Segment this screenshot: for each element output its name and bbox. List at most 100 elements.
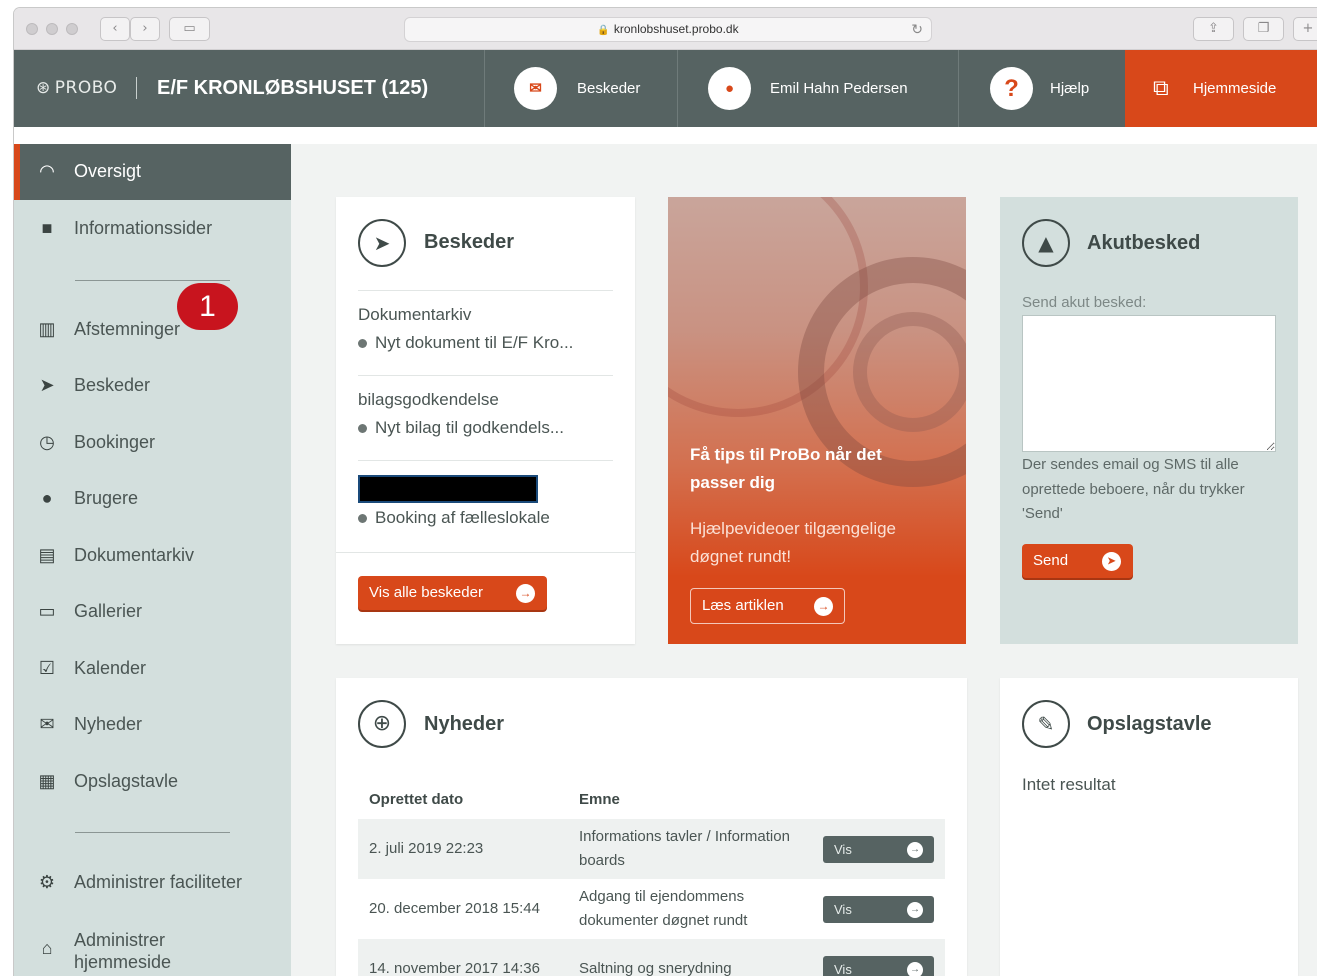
arrow-right-icon: → [907,841,923,858]
logo-text: PROBO [54,78,118,98]
message-group[interactable]: Dokumentarkiv Nyt dokument til E/F Kro..… [358,290,613,353]
message-line[interactable]: Nyt dokument til E/F Kro... [358,333,613,353]
forward-icon[interactable]: › [130,17,160,41]
bullet-icon [358,514,367,524]
message-line[interactable]: Nyt bilag til godkendels... [358,418,613,438]
bullet-icon [358,424,367,434]
message-line[interactable]: Booking af fælleslokale [358,508,550,528]
news-card: ⊕ Nyheder Oprettet dato Emne 2. juli 201… [336,678,967,976]
probo-logo[interactable]: ⊛ PROBO [36,78,117,98]
messages-card: ➤ Beskeder Dokumentarkiv Nyt dokument ti… [336,197,635,644]
lock-icon: 🔒 [597,25,610,36]
header-divider [136,77,137,99]
message-text: Nyt dokument til E/F Kro... [375,333,574,352]
urgent-message-card: ▲ Akutbesked Send akut besked: Der sende… [1000,197,1298,644]
tabs-icon[interactable]: ❐ [1243,17,1284,41]
close-window-icon[interactable] [26,23,38,35]
back-icon[interactable]: ‹ [100,17,130,41]
message-group-heading: bilagsgodkendelse [358,390,499,409]
sidebar-item-label: Opslagstavle [74,771,179,791]
association-title: E/F KRONLØBSHUSET (125) [157,77,429,99]
read-article-button[interactable]: Læs artiklen → [690,588,845,624]
sidebar-item-opslagstavle[interactable]: ▦ Opslagstavle [14,754,291,810]
globe-icon: ⊕ [358,700,406,748]
new-tab-icon[interactable]: + [1293,17,1317,41]
sidebar-item-label: Bookinger [74,432,156,452]
column-header-subject: Emne [579,790,620,808]
home-circle-icon: ⌂ [41,938,53,958]
app-header: ⊛ PROBO E/F KRONLØBSHUSET (125) ✉ Beskede… [14,50,1317,127]
sidebar-item-nyheder[interactable]: ✉ Nyheder [14,697,291,753]
question-icon: ? [990,67,1033,110]
sidebar-item-administrer-faciliteter[interactable]: ⚙ Administrer faciliteter [14,855,291,911]
paper-plane-icon: ➤ [39,375,55,395]
board-icon: ▦ [38,771,56,791]
view-all-messages-button[interactable]: Vis alle beskeder → [358,576,547,610]
gauge-icon: ◠ [39,161,55,181]
table-row: 2. juli 2019 22:23 Informations tavler /… [358,819,945,879]
sidebar-item-administrer-hjemmeside[interactable]: ⌂ Administrer hjemmeside [14,924,291,976]
urgent-note: Der sendes email og SMS til alle oprette… [1022,456,1245,522]
sidebar-item-kalender[interactable]: ☑ Kalender [14,641,291,697]
nav-beskeder[interactable]: ✉ Beskeder [484,50,677,127]
view-news-button[interactable]: Vis → [823,955,934,976]
clock-icon: ◷ [39,432,55,452]
sidebar-item-label: Nyheder [74,714,143,734]
nav-help-label: Hjælp [1050,80,1090,97]
minimize-window-icon[interactable] [46,23,58,35]
paper-plane-icon: ➤ [1102,552,1121,571]
address-bar[interactable]: 🔒 kronlobshuset.probo.dk ↻ [404,17,932,42]
film-reel-hub-image [853,312,966,432]
button-label: Vis [834,901,852,917]
sidebar-item-brugere[interactable]: ● Brugere [14,471,291,527]
message-group-heading: Dokumentarkiv [358,305,472,324]
sidebar-item-label: Dokumentarkiv [74,545,195,565]
messages-title: Beskeder [424,231,515,253]
bullet-icon [358,339,367,349]
sidebar-item-bookinger[interactable]: ◷ Bookinger [14,415,291,471]
nav-user[interactable]: ● Emil Hahn Pedersen [677,50,958,127]
chart-board-icon: ▥ [38,319,56,339]
column-header-action [812,779,945,819]
button-label: Læs artiklen [702,597,784,614]
bulletin-board-card: ✎ Opslagstavle Intet resultat [1000,678,1298,976]
nav-homepage[interactable]: ⧉ Hjemmeside [1125,50,1317,127]
urgent-input-label: Send akut besked: [1022,294,1147,311]
reload-icon[interactable]: ↻ [911,18,923,41]
nav-help[interactable]: ? Hjælp [958,50,1125,127]
news-title: Nyheder [424,713,505,735]
button-label: Vis alle beskeder [369,584,483,601]
row-subject: Adgang til ejendommens dokumenter døgnet… [568,879,812,939]
send-button[interactable]: Send ➤ [1022,544,1133,578]
sidebar-item-label: Brugere [74,488,139,508]
sidebar-item-afstemninger[interactable]: ▥ Afstemninger [14,302,291,358]
urgent-message-input[interactable] [1022,315,1276,452]
sidebar-item-dokumentarkiv[interactable]: ▤ Dokumentarkiv [14,528,291,584]
table-row: 20. december 2018 15:44 Adgang til ejend… [358,879,945,939]
arrow-right-icon: → [814,597,833,616]
button-label: Send [1033,552,1069,569]
share-icon[interactable]: ⇪ [1193,17,1234,41]
sidebar-item-oversigt[interactable]: ◠ Oversigt [14,144,291,200]
sidebar-item-label: Gallerier [74,601,143,621]
sidebar-item-beskeder[interactable]: ➤ Beskeder [14,358,291,414]
browser-toolbar: ‹ › ▭ 🔒 kronlobshuset.probo.dk ↻ ⇪ ❐ + [14,8,1317,50]
zoom-window-icon[interactable] [66,23,78,35]
redacted-heading [358,475,538,503]
sidebar-item-gallerier[interactable]: ▭ Gallerier [14,584,291,640]
sidebar: ◠ Oversigt ■ Informationssider ▥ Afstemning… [14,144,291,976]
sidebar-toggle-icon[interactable]: ▭ [169,17,210,41]
view-news-button[interactable]: Vis → [823,835,934,863]
board-title: Opslagstavle [1087,713,1212,735]
warning-icon: ▲ [1022,219,1070,267]
table-row: 14. november 2017 14:36 Saltning og sner… [358,939,945,976]
message-group[interactable]: bilagsgodkendelse Nyt bilag til godkende… [358,375,613,438]
sidebar-item-label: Oversigt [74,161,142,181]
calendar-icon: ☑ [38,658,56,678]
tips-promo-card: Få tips til ProBo når det passer dig Hjæ… [668,197,966,644]
sidebar-item-informationssider[interactable]: ■ Informationssider [14,201,291,257]
row-date: 2. juli 2019 22:23 [358,819,568,879]
message-group-divider [358,460,613,461]
news-table: Oprettet dato Emne 2. juli 2019 22:23 In… [358,779,945,976]
view-news-button[interactable]: Vis → [823,895,934,923]
